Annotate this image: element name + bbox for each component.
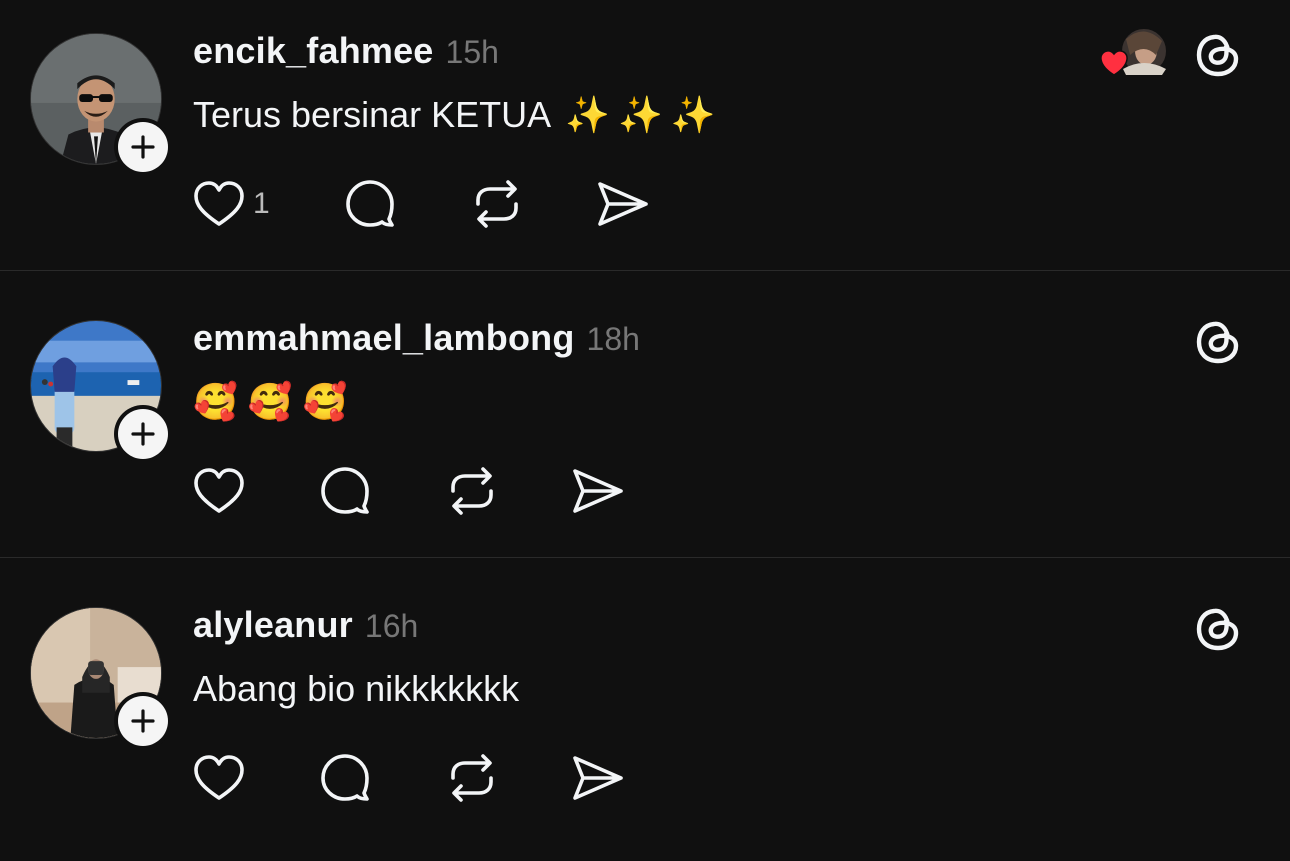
comment-button[interactable] — [319, 752, 371, 804]
username[interactable]: emmahmael_lambong — [193, 317, 575, 359]
like-button[interactable] — [193, 467, 245, 515]
threads-icon[interactable] — [1194, 315, 1242, 367]
heart-badge-icon — [1100, 50, 1128, 76]
post-actions: 1 — [193, 176, 650, 232]
heart-icon — [194, 468, 244, 513]
username[interactable]: alyleanur — [193, 604, 353, 646]
post-header: alyleanur 16h — [193, 604, 418, 646]
repost-icon — [475, 180, 518, 228]
smiling-face-with-hearts-emoji: 🥰 — [302, 381, 348, 422]
repost-button[interactable] — [445, 465, 499, 517]
timestamp: 16h — [364, 608, 419, 644]
comment-button[interactable] — [344, 178, 396, 230]
post-header: emmahmael_lambong 18h — [193, 317, 640, 359]
post-text: Terus bersinar KETUA ✨ ✨ ✨ — [193, 94, 716, 136]
send-icon — [573, 756, 623, 800]
send-icon — [597, 182, 648, 226]
post-text: Abang bio nikkkkkkk — [193, 668, 519, 710]
divider — [0, 270, 1290, 271]
follow-button[interactable] — [114, 692, 172, 750]
heart-icon — [194, 755, 244, 800]
smiling-face-with-hearts-emoji: 🥰 — [247, 381, 293, 422]
comment-icon — [321, 467, 369, 514]
share-button[interactable] — [596, 179, 650, 229]
like-button[interactable]: 1 — [193, 180, 270, 228]
repost-icon — [451, 467, 493, 515]
thread-post: encik_fahmee 15h Terus bersinar KETUA ✨ … — [0, 0, 1290, 287]
threads-icon[interactable] — [1194, 602, 1242, 654]
post-text-content: Terus bersinar KETUA — [193, 94, 552, 135]
username[interactable]: encik_fahmee — [193, 30, 434, 72]
repost-icon — [451, 754, 493, 802]
follow-button[interactable] — [114, 405, 172, 463]
smiling-face-with-hearts-emoji: 🥰 — [193, 381, 238, 422]
plus-icon — [131, 709, 155, 733]
comment-icon — [345, 180, 394, 227]
plus-icon — [131, 422, 155, 446]
like-button[interactable] — [193, 754, 245, 802]
comment-icon — [321, 754, 369, 801]
repost-button[interactable] — [445, 752, 499, 804]
follow-button[interactable] — [114, 118, 172, 176]
heart-icon — [194, 181, 244, 226]
like-count: 1 — [253, 187, 270, 220]
send-icon — [573, 469, 623, 513]
sparkles-emoji: ✨ — [670, 94, 716, 135]
post-text-content: Abang bio nikkkkkkk — [193, 668, 520, 709]
emoji-group: 🥰 🥰 🥰 — [193, 381, 347, 423]
divider — [0, 557, 1290, 558]
post-header: encik_fahmee 15h — [193, 30, 499, 72]
share-button[interactable] — [571, 466, 625, 516]
sparkles-emoji: ✨ — [617, 94, 663, 135]
comment-button[interactable] — [319, 465, 371, 517]
emoji-group: ✨ ✨ ✨ — [565, 94, 715, 136]
share-button[interactable] — [571, 753, 625, 803]
post-actions — [193, 463, 625, 519]
sparkles-emoji: ✨ — [565, 94, 610, 135]
liked-by-indicator[interactable] — [1096, 25, 1168, 79]
timestamp: 18h — [586, 321, 640, 357]
post-text: 🥰 🥰 🥰 — [193, 381, 347, 423]
thread-post: emmahmael_lambong 18h 🥰 🥰 🥰 — [0, 287, 1290, 574]
timestamp: 15h — [445, 34, 499, 70]
thread-post: alyleanur 16h Abang bio nikkkkkkk — [0, 574, 1290, 861]
post-actions — [193, 750, 625, 806]
plus-icon — [131, 135, 155, 159]
threads-icon[interactable] — [1194, 28, 1242, 80]
repost-button[interactable] — [470, 178, 524, 230]
